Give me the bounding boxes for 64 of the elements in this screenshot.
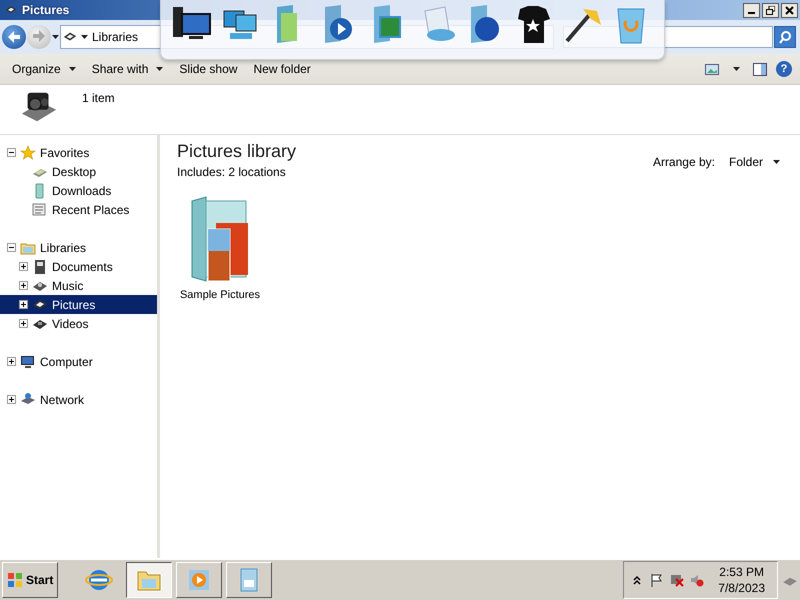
folder-label: Sample Pictures [180, 289, 260, 301]
expand-icon[interactable] [19, 300, 28, 309]
toolbar-button[interactable]: Slide show [171, 59, 246, 79]
windows-logo-icon [7, 572, 23, 588]
minimize-icon [748, 12, 755, 14]
expand-icon[interactable] [19, 281, 28, 290]
nav-item[interactable]: Network [0, 390, 157, 409]
library-title: Pictures library [177, 141, 298, 162]
caret-icon [156, 67, 164, 71]
nav-item[interactable]: Videos [0, 314, 157, 333]
search-button[interactable] [774, 26, 796, 48]
caret-icon [773, 160, 780, 164]
collapse-icon[interactable] [7, 243, 16, 252]
caret-icon [732, 67, 740, 71]
picture-view-icon [705, 64, 719, 74]
nav-item[interactable]: Pictures [0, 295, 157, 314]
recent-places-icon [32, 202, 48, 218]
collapse-icon[interactable] [7, 148, 16, 157]
flag-icon[interactable] [650, 573, 664, 587]
computer-icon [20, 354, 36, 370]
toolbar-button[interactable]: Share with [84, 59, 172, 79]
star-icon [20, 144, 36, 160]
nav-item[interactable]: Libraries [0, 238, 157, 257]
pane-icon [753, 62, 767, 76]
library-locations: Includes: 2 locations [177, 165, 287, 179]
arrange-label: Arrange by: [652, 155, 715, 169]
document-icon [32, 258, 48, 274]
restore-icon [766, 6, 775, 14]
item-count: 1 item [82, 91, 115, 105]
network-error-icon[interactable] [670, 573, 684, 587]
expand-icon[interactable] [7, 357, 16, 366]
nav-item[interactable]: Music [0, 276, 157, 295]
expand-icon[interactable] [19, 262, 28, 271]
help-button[interactable]: ? [776, 61, 792, 77]
breadcrumb-segment[interactable]: Libraries [92, 30, 138, 44]
close-icon [785, 6, 794, 14]
toolbar-button[interactable]: New folder [245, 59, 319, 79]
arrange-dropdown[interactable]: Folder [724, 155, 784, 169]
window-icon [4, 4, 18, 16]
clock-time: 2:53 PM [719, 564, 764, 580]
expand-icon[interactable] [7, 395, 16, 404]
caret-icon [68, 67, 76, 71]
clock-date: 7/8/2023 [718, 580, 765, 596]
minimize-button[interactable] [743, 2, 760, 18]
back-button[interactable] [2, 25, 26, 49]
start-button[interactable]: Start [2, 562, 58, 598]
toolbar-button[interactable]: Organize [4, 59, 84, 79]
nav-item[interactable]: Computer [0, 352, 157, 371]
expand-icon[interactable] [19, 319, 28, 328]
window-title: Pictures [22, 3, 70, 17]
nav-item[interactable]: Documents [0, 257, 157, 276]
nav-item[interactable]: Recent Places [0, 200, 157, 219]
nav-item[interactable]: Downloads [0, 181, 157, 200]
close-button[interactable] [781, 2, 798, 18]
arrow-right-icon [33, 30, 45, 42]
nav-item[interactable]: Favorites [0, 143, 157, 162]
volume-muted-icon[interactable] [690, 573, 704, 587]
nav-item[interactable]: Desktop [0, 162, 157, 181]
history-caret-icon [52, 35, 59, 39]
caret-icon [81, 35, 88, 39]
taskbar-button[interactable] [126, 562, 172, 598]
restore-button[interactable] [762, 2, 779, 18]
folder-item[interactable]: Sample Pictures [177, 193, 263, 301]
search-icon [778, 30, 792, 44]
